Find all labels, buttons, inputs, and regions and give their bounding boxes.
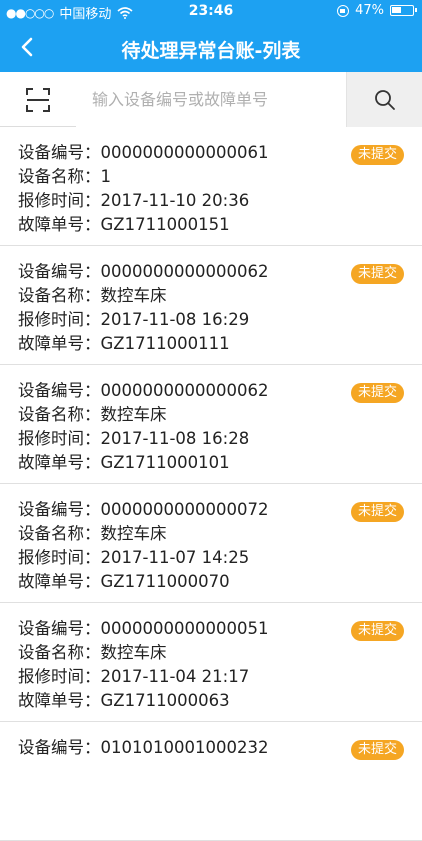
header: ●●○○○ 中国移动 23:46 47% 待处理异常台账-列表 (0, 0, 422, 72)
fault-no-label: 故障单号： (18, 453, 101, 472)
nav-bar: 待处理异常台账-列表 (0, 24, 422, 72)
list-item[interactable]: 设备编号：0000000000000072 设备名称：数控车床 报修时间：201… (0, 484, 422, 603)
report-time-label: 报修时间： (18, 548, 101, 567)
fault-no-value: GZ1711000151 (100, 215, 230, 234)
device-no-label: 设备编号： (18, 619, 101, 638)
device-name-row: 设备名称：数控车床 (18, 522, 422, 546)
device-name-value: 数控车床 (100, 643, 167, 662)
page-title: 待处理异常台账-列表 (121, 40, 301, 62)
fault-no-label: 故障单号： (18, 215, 101, 234)
battery-level (392, 7, 401, 13)
device-no-value: 0000000000000072 (100, 500, 269, 519)
fault-no-row: 故障单号：GZ1711000111 (18, 332, 422, 356)
fault-no-row: 故障单号：GZ1711000101 (18, 451, 422, 475)
device-no-value: 0000000000000062 (100, 381, 269, 400)
report-time-value: 2017-11-08 16:28 (100, 429, 250, 448)
report-time-row: 报修时间：2017-11-04 21:17 (18, 665, 422, 689)
device-no-label: 设备编号： (18, 500, 101, 519)
device-no-label: 设备编号： (18, 262, 101, 281)
status-badge: 未提交 (350, 145, 404, 165)
status-right: 47% (337, 3, 417, 18)
report-time-label: 报修时间： (18, 310, 101, 329)
status-badge: 未提交 (350, 502, 404, 522)
scan-button[interactable] (0, 72, 76, 127)
orientation-lock-icon (337, 4, 350, 17)
report-time-row: 报修时间：2017-11-08 16:29 (18, 308, 422, 332)
device-no-label: 设备编号： (18, 738, 101, 757)
status-badge: 未提交 (350, 621, 404, 641)
list-item[interactable]: 设备编号：0000000000000061 设备名称：1 报修时间：2017-1… (0, 127, 422, 246)
fault-no-value: GZ1711000063 (100, 691, 230, 710)
list-item[interactable]: 设备编号：0000000000000062 设备名称：数控车床 报修时间：201… (0, 365, 422, 484)
fault-no-row: 故障单号：GZ1711000070 (18, 570, 422, 594)
device-name-label: 设备名称： (18, 167, 101, 186)
fault-no-value: GZ1711000070 (100, 572, 230, 591)
status-badge: 未提交 (350, 264, 404, 284)
device-no-value: 0000000000000051 (100, 619, 269, 638)
device-no-value: 0101010001000232 (100, 738, 269, 757)
report-time-label: 报修时间： (18, 429, 101, 448)
search-bar (0, 72, 422, 127)
report-time-label: 报修时间： (18, 191, 101, 210)
report-time-value: 2017-11-08 16:29 (100, 310, 250, 329)
fault-no-value: GZ1711000101 (100, 453, 230, 472)
search-input[interactable] (76, 72, 346, 127)
report-time-row: 报修时间：2017-11-07 14:25 (18, 546, 422, 570)
device-name-value: 数控车床 (100, 524, 167, 543)
device-name-value: 数控车床 (100, 286, 167, 305)
device-name-row: 设备名称：数控车床 (18, 284, 422, 308)
status-badge: 未提交 (350, 383, 404, 403)
search-icon (374, 89, 395, 110)
report-time-value: 2017-11-07 14:25 (100, 548, 250, 567)
device-name-value: 数控车床 (100, 405, 167, 424)
device-no-value: 0000000000000062 (100, 262, 269, 281)
fault-no-label: 故障单号： (18, 334, 101, 353)
fault-no-row: 故障单号：GZ1711000151 (18, 213, 422, 237)
device-no-label: 设备编号： (18, 143, 101, 162)
report-time-row: 报修时间：2017-11-10 20:36 (18, 189, 422, 213)
fault-no-value: GZ1711000111 (100, 334, 230, 353)
search-button[interactable] (346, 72, 422, 127)
device-name-label: 设备名称： (18, 643, 101, 662)
fault-no-label: 故障单号： (18, 572, 101, 591)
fault-no-row: 故障单号：GZ1711000063 (18, 689, 422, 713)
fault-list: 设备编号：0000000000000061 设备名称：1 报修时间：2017-1… (0, 127, 422, 841)
report-time-label: 报修时间： (18, 667, 101, 686)
status-bar: ●●○○○ 中国移动 23:46 47% (0, 0, 422, 24)
device-name-row: 设备名称：数控车床 (18, 403, 422, 427)
list-item[interactable]: 设备编号：0101010001000232 未提交 (0, 722, 422, 841)
device-name-label: 设备名称： (18, 524, 101, 543)
device-name-label: 设备名称： (18, 286, 101, 305)
fault-no-label: 故障单号： (18, 691, 101, 710)
report-time-row: 报修时间：2017-11-08 16:28 (18, 427, 422, 451)
device-name-label: 设备名称： (18, 405, 101, 424)
device-name-row: 设备名称：数控车床 (18, 641, 422, 665)
battery-icon (390, 5, 417, 16)
scan-icon (26, 87, 50, 112)
device-name-value: 1 (100, 167, 112, 186)
device-no-label: 设备编号： (18, 381, 101, 400)
battery-percent: 47% (355, 3, 384, 18)
device-no-value: 0000000000000061 (100, 143, 269, 162)
list-item[interactable]: 设备编号：0000000000000062 设备名称：数控车床 报修时间：201… (0, 246, 422, 365)
status-badge: 未提交 (350, 740, 404, 760)
list-item[interactable]: 设备编号：0000000000000051 设备名称：数控车床 报修时间：201… (0, 603, 422, 722)
device-name-row: 设备名称：1 (18, 165, 422, 189)
report-time-value: 2017-11-04 21:17 (100, 667, 250, 686)
report-time-value: 2017-11-10 20:36 (100, 191, 250, 210)
